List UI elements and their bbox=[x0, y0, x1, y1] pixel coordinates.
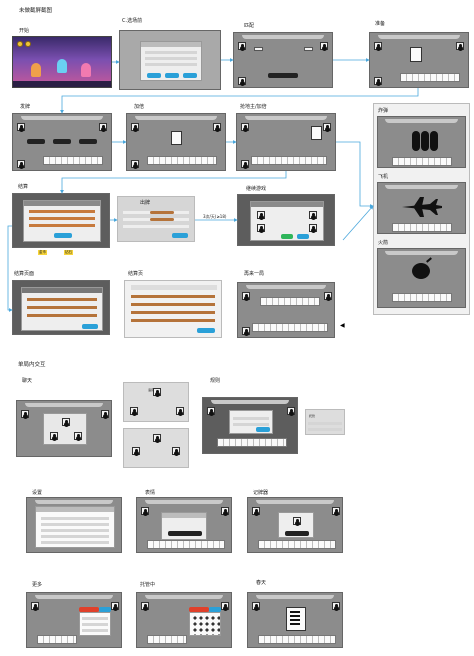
section2-title: 单局内交互 bbox=[18, 362, 46, 368]
label-double: 加倍 bbox=[134, 104, 145, 110]
label-result-b: 结算页面 bbox=[14, 271, 35, 277]
label-record: 记牌器 bbox=[253, 490, 269, 496]
tag-gold: 金币 bbox=[38, 250, 47, 255]
emoji-screen bbox=[136, 497, 232, 553]
flow-diagram: 未做截屏截图 开始 C.选场前 匹配 准备 发牌 加倍 抢地主/加倍 炸弹 飞机… bbox=[0, 0, 474, 656]
ready-screen bbox=[369, 32, 469, 88]
rules-popup: 托管 bbox=[305, 409, 345, 435]
rocket-effect-screen bbox=[377, 248, 466, 308]
label-match: 匹配 bbox=[244, 23, 255, 29]
plane-effect-screen bbox=[377, 182, 466, 234]
more-screen bbox=[26, 592, 122, 648]
arrow-icon: ◀ bbox=[340, 322, 345, 329]
label-trustee: 托管 bbox=[309, 414, 316, 418]
select-dialog bbox=[140, 41, 202, 81]
deal-screen bbox=[12, 113, 112, 171]
label-ready: 准备 bbox=[375, 21, 386, 27]
record-screen bbox=[247, 497, 343, 553]
start-screen-thumbnail bbox=[12, 36, 112, 88]
settings-screen bbox=[26, 497, 122, 553]
continue-dialog bbox=[250, 201, 324, 241]
label-rocket: 火箭 bbox=[378, 240, 389, 246]
chat-screen bbox=[16, 400, 112, 457]
select-field-screen bbox=[119, 30, 221, 90]
result-page-screen bbox=[124, 280, 222, 338]
side-note: 3次/天(≥18) bbox=[203, 214, 227, 219]
settle-screen bbox=[12, 193, 110, 248]
label-settle: 结算 bbox=[18, 184, 29, 190]
card-icon bbox=[286, 607, 306, 631]
label-result-a: 继续游戏 bbox=[246, 186, 267, 192]
label-start: 开始 bbox=[19, 28, 30, 34]
select-button-2[interactable] bbox=[165, 73, 179, 78]
label-select-field: C.选场前 bbox=[122, 18, 143, 24]
continue-screen bbox=[237, 194, 335, 246]
label-voice: 语音 bbox=[148, 388, 155, 392]
match-screen bbox=[233, 32, 333, 88]
continue-button[interactable] bbox=[281, 234, 293, 239]
label-grab: 抢地主/加倍 bbox=[240, 104, 267, 110]
voice-panel-1: 语音 bbox=[123, 382, 189, 422]
label-more: 更多 bbox=[32, 582, 43, 588]
play-cards-screen: 出牌 bbox=[117, 196, 195, 242]
replay-button[interactable] bbox=[297, 234, 309, 239]
tag-diamond: 钻石 bbox=[64, 250, 73, 255]
plane-icon bbox=[402, 197, 442, 217]
bomb-effect-screen bbox=[377, 116, 466, 168]
select-button-1[interactable] bbox=[147, 73, 161, 78]
label-bomb: 炸弹 bbox=[378, 108, 389, 114]
double-screen bbox=[126, 113, 226, 171]
select-button-3[interactable] bbox=[183, 73, 197, 78]
replay-screen bbox=[237, 282, 335, 338]
rules-screen bbox=[202, 397, 298, 454]
settle-dialog bbox=[23, 200, 101, 242]
result-screen bbox=[12, 280, 110, 335]
label-plane: 飞机 bbox=[378, 174, 389, 180]
bomb-icon bbox=[412, 263, 430, 279]
spring-screen bbox=[247, 592, 343, 648]
label-deal: 发牌 bbox=[20, 104, 31, 110]
label-chat: 聊天 bbox=[22, 378, 33, 384]
settle-confirm-button[interactable] bbox=[54, 233, 72, 238]
label-settings: 设置 bbox=[32, 490, 43, 496]
label-replay: 再来一局 bbox=[244, 271, 265, 277]
result-dialog bbox=[21, 287, 103, 331]
grab-screen bbox=[236, 113, 336, 171]
label-deposit: 托管中 bbox=[140, 582, 156, 588]
page-title: 未做截屏截图 bbox=[19, 8, 53, 14]
label-result-page: 结算页 bbox=[128, 271, 144, 277]
label-emoji: 表情 bbox=[145, 490, 156, 496]
effects-panel: 炸弹 飞机 火箭 bbox=[373, 103, 470, 315]
voice-panel-2 bbox=[123, 428, 189, 468]
label-play-cards: 出牌 bbox=[140, 200, 151, 206]
label-rules: 规则 bbox=[210, 378, 221, 384]
deposit-screen bbox=[136, 592, 232, 648]
label-spring: 春天 bbox=[256, 580, 267, 586]
